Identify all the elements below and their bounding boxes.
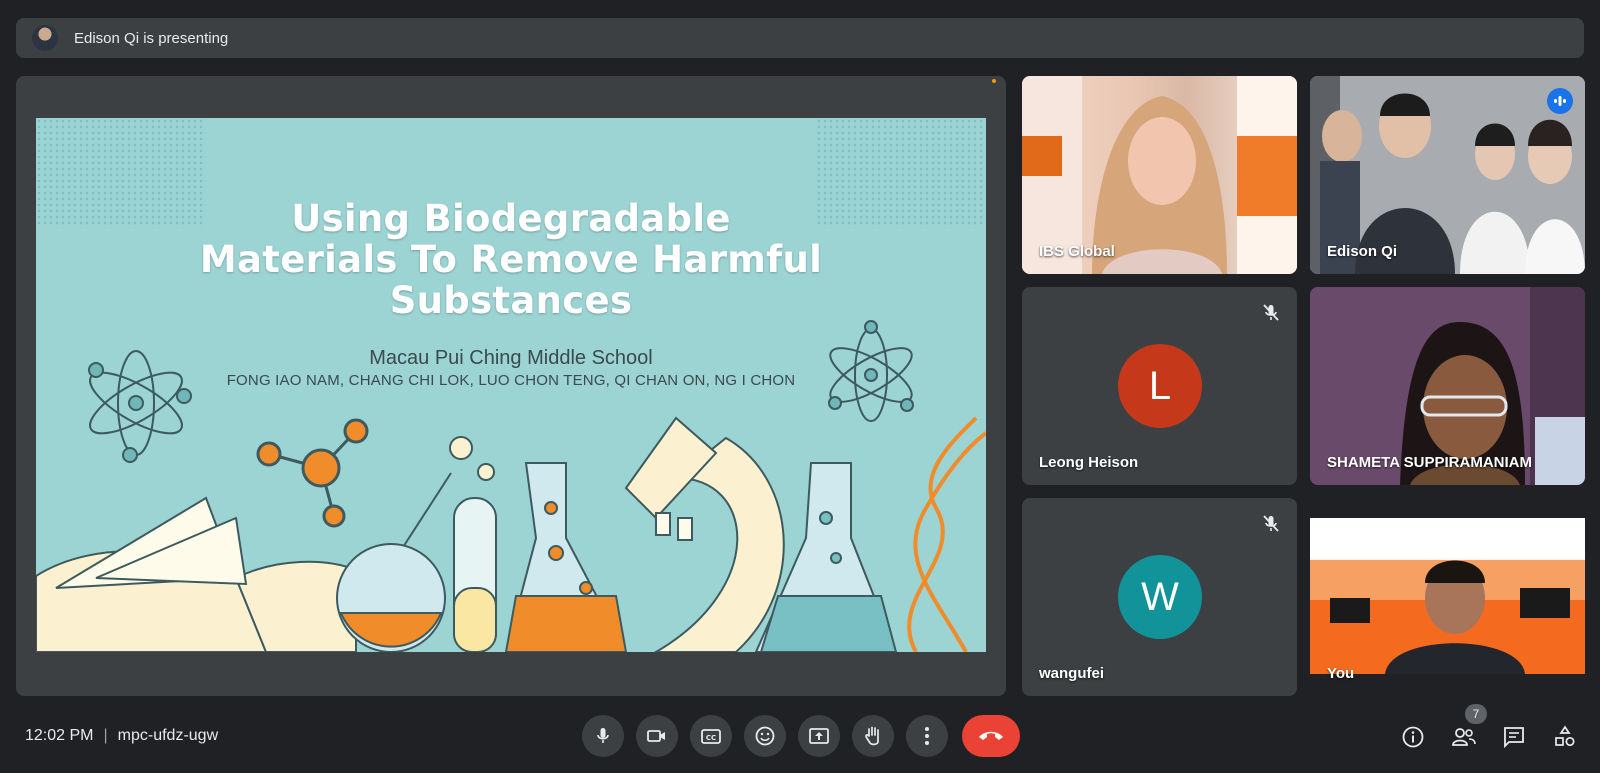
end-call-icon	[979, 731, 1003, 740]
speaking-indicator-icon	[1547, 88, 1573, 114]
microphone-icon	[597, 728, 609, 743]
participant-name: Edison Qi	[1327, 243, 1398, 260]
slide-title-line-3: Substances	[389, 279, 633, 322]
muted-mic-icon	[1259, 301, 1283, 325]
participant-tile-ibs-global[interactable]: IBS Global	[1022, 76, 1297, 274]
people-button[interactable]	[1447, 720, 1481, 754]
participant-name: wangufei	[1039, 665, 1105, 682]
recording-dot	[992, 79, 996, 83]
present-screen-icon	[809, 728, 829, 744]
participant-name: You	[1327, 665, 1355, 682]
participant-name: SHAMETA SUPPIRAMANIAM	[1327, 454, 1532, 471]
svg-text:CC: CC	[706, 734, 716, 742]
slide-title-line-1: Using Biodegradable	[291, 197, 731, 240]
meeting-details-button[interactable]	[1396, 720, 1430, 754]
captions-button[interactable]: CC	[690, 715, 732, 757]
presentation-stage[interactable]: Using Biodegradable Materials To Remove …	[16, 76, 1006, 696]
present-screen-button[interactable]	[798, 715, 840, 757]
camera-button[interactable]	[636, 715, 678, 757]
slide-title: Using Biodegradable Materials To Remove …	[36, 198, 986, 321]
captions-icon: CC	[701, 729, 721, 744]
participant-name: IBS Global	[1039, 243, 1115, 260]
activities-button[interactable]	[1548, 720, 1582, 754]
microphone-button[interactable]	[582, 715, 624, 757]
participant-name: Leong Heison	[1039, 454, 1139, 471]
slide-title-line-2: Materials To Remove Harmful	[199, 238, 823, 281]
presenting-text: Edison Qi is presenting	[74, 29, 229, 47]
muted-mic-icon	[1259, 512, 1283, 536]
slide-authors: FONG IAO NAM, CHANG CHI LOK, LUO CHON TE…	[226, 372, 796, 389]
chat-icon	[1504, 727, 1524, 749]
slide-school: Macau Pui Ching Middle School	[369, 347, 653, 369]
chat-button[interactable]	[1497, 720, 1531, 754]
bottom-toolbar: 12:02 PM | mpc-ufdz-ugw CC 7	[0, 704, 1600, 766]
participant-tile-wangufei[interactable]: W wangufei	[1022, 498, 1297, 696]
participant-avatar: L	[1118, 344, 1202, 428]
end-call-button[interactable]	[962, 715, 1020, 757]
info-icon	[1402, 726, 1424, 748]
people-icon	[1452, 728, 1476, 746]
camera-icon	[647, 730, 665, 742]
slide: Using Biodegradable Materials To Remove …	[36, 118, 986, 652]
raise-hand-button[interactable]	[852, 715, 894, 757]
presenter-avatar	[32, 25, 58, 51]
meeting-code: mpc-ufdz-ugw	[117, 727, 219, 744]
more-options-icon	[925, 727, 929, 745]
more-options-button[interactable]	[906, 715, 948, 757]
presenting-banner: Edison Qi is presenting	[16, 18, 1584, 58]
current-time: 12:02 PM	[25, 727, 94, 744]
participant-avatar: W	[1118, 555, 1202, 639]
separator: |	[103, 727, 108, 744]
activities-icon	[1555, 725, 1575, 747]
emoji-icon	[755, 726, 775, 746]
raise-hand-icon	[865, 726, 879, 746]
participant-tile-you[interactable]: You	[1310, 498, 1585, 696]
participant-tile-edison-qi[interactable]: Edison Qi	[1310, 76, 1585, 274]
participant-tile-shameta[interactable]: SHAMETA SUPPIRAMANIAM	[1310, 287, 1585, 485]
participant-tile-leong-heison[interactable]: L Leong Heison	[1022, 287, 1297, 485]
emoji-button[interactable]	[744, 715, 786, 757]
meeting-info: 12:02 PM | mpc-ufdz-ugw	[25, 727, 218, 745]
